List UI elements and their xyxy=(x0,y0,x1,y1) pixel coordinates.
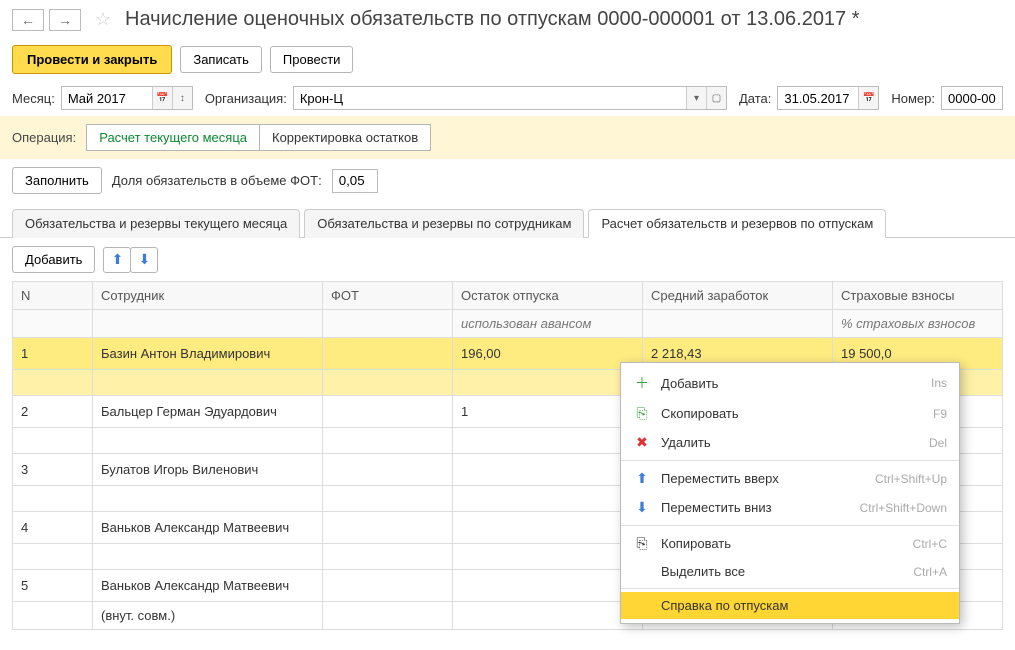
context-menu-item[interactable]: Выделить все Ctrl+A xyxy=(621,558,959,585)
segment-calc-current[interactable]: Расчет текущего месяца xyxy=(86,124,260,151)
context-menu-label: Справка по отпускам xyxy=(661,598,937,613)
share-label: Доля обязательств в объеме ФОТ: xyxy=(112,173,322,188)
save-button[interactable]: Записать xyxy=(180,46,262,73)
date-field[interactable]: 📅 xyxy=(777,86,879,110)
context-menu-icon: ⬆ xyxy=(633,470,651,487)
context-menu-item[interactable]: ✖ Удалить Del xyxy=(621,428,959,457)
context-menu-shortcut: Del xyxy=(929,436,947,450)
context-menu-icon: ⎘ xyxy=(633,405,651,422)
date-label: Дата: xyxy=(739,91,771,106)
move-down-icon[interactable]: ⬇ xyxy=(130,247,158,273)
col-avg[interactable]: Средний заработок xyxy=(643,282,833,310)
nav-forward-button[interactable]: → xyxy=(49,9,81,31)
col-n[interactable]: N xyxy=(13,282,93,310)
context-menu: ＋ Добавить Ins ⎘ Скопировать F9 ✖ Удалить Del ⬆ Пе… xyxy=(620,362,960,624)
tab-obligations-employees[interactable]: Обязательства и резервы по сотрудникам xyxy=(304,209,584,238)
col-rest[interactable]: Остаток отпуска xyxy=(453,282,643,310)
org-field[interactable]: ▾ ▢ xyxy=(293,86,727,110)
context-menu-label: Переместить вниз xyxy=(661,500,850,515)
post-and-close-button[interactable]: Провести и закрыть xyxy=(12,45,172,74)
nav-back-button[interactable]: ← xyxy=(12,9,44,31)
segment-correction[interactable]: Корректировка остатков xyxy=(260,124,431,151)
date-calendar-icon[interactable]: 📅 xyxy=(858,87,878,109)
tab-obligations-month[interactable]: Обязательства и резервы текущего месяца xyxy=(12,209,300,238)
context-menu-shortcut: Ctrl+Shift+Up xyxy=(875,472,947,486)
move-up-icon[interactable]: ⬆ xyxy=(103,247,131,273)
month-field[interactable]: 📅 ↕ xyxy=(61,86,193,110)
date-input[interactable] xyxy=(778,87,858,109)
context-menu-label: Переместить вверх xyxy=(661,471,865,486)
context-menu-label: Выделить все xyxy=(661,564,903,579)
month-stepper[interactable]: ↕ xyxy=(172,87,192,109)
fill-button[interactable]: Заполнить xyxy=(12,167,102,194)
context-menu-item[interactable]: ⎘ Скопировать F9 xyxy=(621,399,959,428)
post-button[interactable]: Провести xyxy=(270,46,354,73)
col-ins[interactable]: Страховые взносы xyxy=(833,282,1003,310)
sub-col-ins: % страховых взносов xyxy=(833,310,1003,338)
context-menu-label: Скопировать xyxy=(661,406,923,421)
calendar-icon[interactable]: 📅 xyxy=(152,87,172,109)
context-menu-icon: ⎘ xyxy=(633,535,651,552)
context-menu-label: Добавить xyxy=(661,376,921,391)
col-employee[interactable]: Сотрудник xyxy=(93,282,323,310)
context-menu-shortcut: Ctrl+Shift+Down xyxy=(860,501,947,515)
context-menu-shortcut: Ctrl+C xyxy=(913,537,947,551)
share-input[interactable] xyxy=(332,169,378,193)
context-menu-item[interactable]: ⎘ Копировать Ctrl+C xyxy=(621,529,959,558)
number-input[interactable] xyxy=(942,87,1002,109)
number-label: Номер: xyxy=(891,91,935,106)
context-menu-shortcut: Ctrl+A xyxy=(913,565,947,579)
context-menu-icon: ✖ xyxy=(633,434,651,451)
number-field[interactable] xyxy=(941,86,1003,110)
favorite-star-icon[interactable]: ☆ xyxy=(93,10,113,30)
col-fot[interactable]: ФОТ xyxy=(323,282,453,310)
org-open-icon[interactable]: ▢ xyxy=(706,87,726,109)
page-title: Начисление оценочных обязательств по отп… xyxy=(125,8,860,31)
context-menu-separator xyxy=(621,460,959,461)
context-menu-item[interactable]: Справка по отпускам xyxy=(621,592,959,619)
context-menu-shortcut: F9 xyxy=(933,407,947,421)
context-menu-label: Копировать xyxy=(661,536,903,551)
operation-label: Операция: xyxy=(12,130,76,145)
context-menu-shortcut: Ins xyxy=(931,376,947,390)
context-menu-item[interactable]: ⬆ Переместить вверх Ctrl+Shift+Up xyxy=(621,464,959,493)
sub-col-rest: использован авансом xyxy=(453,310,643,338)
org-dropdown-icon[interactable]: ▾ xyxy=(686,87,706,109)
add-row-button[interactable]: Добавить xyxy=(12,246,95,273)
context-menu-item[interactable]: ⬇ Переместить вниз Ctrl+Shift+Down xyxy=(621,493,959,522)
org-label: Организация: xyxy=(205,91,287,106)
context-menu-separator xyxy=(621,525,959,526)
month-input[interactable] xyxy=(62,87,152,109)
context-menu-label: Удалить xyxy=(661,435,919,450)
context-menu-separator xyxy=(621,588,959,589)
context-menu-icon: ＋ xyxy=(633,373,651,393)
month-label: Месяц: xyxy=(12,91,55,106)
context-menu-item[interactable]: ＋ Добавить Ins xyxy=(621,367,959,399)
context-menu-icon: ⬇ xyxy=(633,499,651,516)
tab-calc-vacation[interactable]: Расчет обязательств и резервов по отпуск… xyxy=(588,209,886,238)
org-input[interactable] xyxy=(294,87,686,109)
